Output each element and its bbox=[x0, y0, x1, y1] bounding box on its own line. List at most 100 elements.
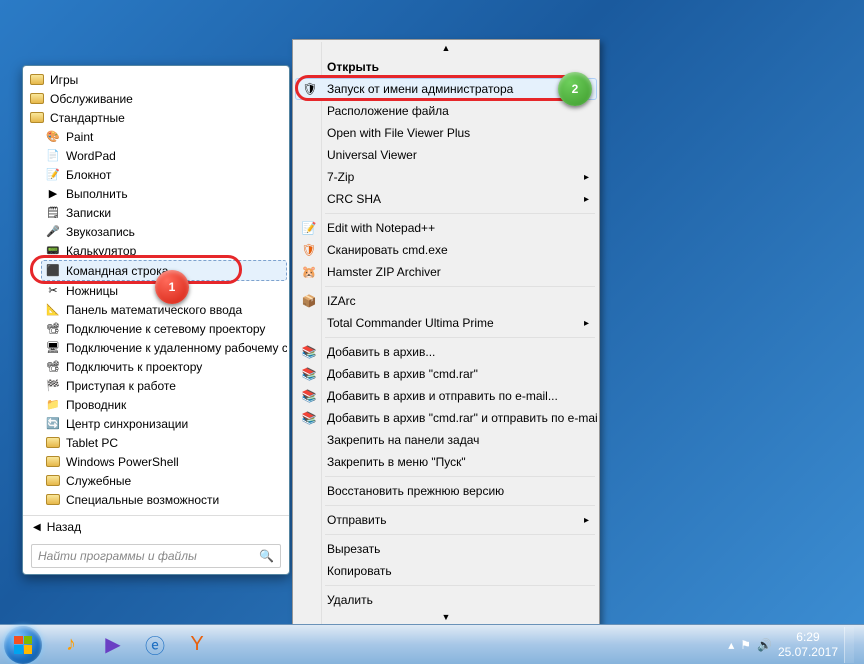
menu-item[interactable]: 🛡Запуск от имени администратора bbox=[295, 78, 597, 100]
clock-time: 6:29 bbox=[778, 630, 838, 644]
subfolder-item[interactable]: Служебные bbox=[41, 471, 287, 490]
back-label: Назад bbox=[47, 520, 81, 534]
program-item[interactable]: 📽Подключить к проектору bbox=[41, 357, 287, 376]
menu-item[interactable]: Копировать bbox=[295, 560, 597, 582]
program-label: Приступая к работе bbox=[66, 379, 176, 393]
program-icon: 📟 bbox=[45, 243, 61, 259]
menu-item[interactable]: Open with File Viewer Plus bbox=[295, 122, 597, 144]
menu-item[interactable]: Total Commander Ultima Prime bbox=[295, 312, 597, 334]
menu-item-label: Open with File Viewer Plus bbox=[327, 126, 470, 140]
subfolder-item[interactable]: Специальные возможности bbox=[41, 490, 287, 509]
menu-item-label: Расположение файла bbox=[327, 104, 449, 118]
show-desktop-button[interactable] bbox=[844, 627, 854, 663]
program-icon: 🔄 bbox=[45, 416, 61, 432]
menu-item[interactable]: 🛡Сканировать cmd.exe bbox=[295, 239, 597, 261]
program-label: Блокнот bbox=[66, 168, 111, 182]
taskbar-yandex-icon[interactable]: Y bbox=[177, 629, 217, 661]
folder-label: Windows PowerShell bbox=[66, 455, 179, 469]
program-item[interactable]: 🎨Paint bbox=[41, 127, 287, 146]
program-label: Командная строка bbox=[66, 264, 168, 278]
folder-label: Служебные bbox=[66, 474, 131, 488]
menu-item[interactable]: Расположение файла bbox=[295, 100, 597, 122]
menu-item[interactable]: Удалить bbox=[295, 589, 597, 611]
menu-separator bbox=[325, 213, 595, 214]
program-item[interactable]: 📝 Блокнот bbox=[41, 165, 287, 184]
program-item[interactable]: 🏁 Приступая к работе bbox=[41, 376, 287, 395]
program-item[interactable]: 📐Панель математического ввода bbox=[41, 300, 287, 319]
system-tray: ▴ ⚑ 🔊 6:29 25.07.2017 bbox=[728, 627, 860, 663]
menu-item-label: Восстановить прежнюю версию bbox=[327, 484, 504, 498]
taskbar-ie-icon[interactable]: ⓔ bbox=[135, 629, 175, 661]
folder-item[interactable]: Стандартные bbox=[25, 108, 287, 127]
menu-item[interactable]: 📚Добавить в архив "cmd.rar" и отправить … bbox=[295, 407, 597, 429]
folder-item[interactable]: Обслуживание bbox=[25, 89, 287, 108]
menu-item-label: Добавить в архив "cmd.rar" и отправить п… bbox=[327, 411, 597, 425]
folder-item[interactable]: Игры bbox=[25, 70, 287, 89]
program-icon: 🗒 bbox=[45, 205, 61, 221]
program-item[interactable]: ▶Выполнить bbox=[41, 184, 287, 203]
program-item[interactable]: 📟 Калькулятор bbox=[41, 241, 287, 260]
menu-item-icon: 📚 bbox=[301, 388, 317, 404]
menu-item[interactable]: Отправить bbox=[295, 509, 597, 531]
menu-item-label: Total Commander Ultima Prime bbox=[327, 316, 494, 330]
program-item[interactable]: 🔄Центр синхронизации bbox=[41, 414, 287, 433]
menu-item[interactable]: Открыть bbox=[295, 56, 597, 78]
taskbar-music-icon[interactable]: ♪ bbox=[51, 629, 91, 661]
program-item[interactable]: 📄WordPad bbox=[41, 146, 287, 165]
folder-icon bbox=[45, 473, 61, 489]
subfolder-item[interactable]: Tablet PC bbox=[41, 433, 287, 452]
menu-item[interactable]: 📦IZArc bbox=[295, 290, 597, 312]
tray-up-icon[interactable]: ▴ bbox=[728, 638, 734, 652]
menu-item[interactable]: 📚Добавить в архив и отправить по e-mail.… bbox=[295, 385, 597, 407]
clock[interactable]: 6:29 25.07.2017 bbox=[778, 630, 838, 659]
scroll-down-arrow[interactable]: ▼ bbox=[295, 611, 597, 625]
menu-item[interactable]: CRC SHA bbox=[295, 188, 597, 210]
program-item[interactable]: ✂Ножницы bbox=[41, 281, 287, 300]
menu-item[interactable]: Вырезать bbox=[295, 538, 597, 560]
program-icon: 🖥 bbox=[45, 340, 61, 356]
menu-item[interactable]: Закрепить в меню "Пуск" bbox=[295, 451, 597, 473]
menu-item[interactable]: Universal Viewer bbox=[295, 144, 597, 166]
taskbar: ♪ ▶ ⓔ Y ▴ ⚑ 🔊 6:29 25.07.2017 bbox=[0, 624, 864, 664]
program-item[interactable]: 📽Подключение к сетевому проектору bbox=[41, 319, 287, 338]
menu-item-icon: 🛡 bbox=[301, 242, 317, 258]
program-icon: 🎤 bbox=[45, 224, 61, 240]
start-orb[interactable] bbox=[4, 626, 42, 664]
program-item[interactable]: 📁Проводник bbox=[41, 395, 287, 414]
program-label: WordPad bbox=[66, 149, 116, 163]
folder-label: Специальные возможности bbox=[66, 493, 219, 507]
menu-item[interactable]: 📚Добавить в архив... bbox=[295, 341, 597, 363]
back-button[interactable]: Назад bbox=[23, 515, 289, 538]
program-label: Калькулятор bbox=[66, 244, 136, 258]
tray-volume-icon[interactable]: 🔊 bbox=[757, 638, 772, 652]
program-icon: ⬛ bbox=[45, 263, 61, 279]
program-label: Записки bbox=[66, 206, 111, 220]
menu-item[interactable]: 📝Edit with Notepad++ bbox=[295, 217, 597, 239]
menu-item[interactable]: 7-Zip bbox=[295, 166, 597, 188]
tray-flag-icon[interactable]: ⚑ bbox=[740, 638, 751, 652]
program-icon: 📝 bbox=[45, 167, 61, 183]
program-item[interactable]: 🎤Звукозапись bbox=[41, 222, 287, 241]
menu-item-label: Удалить bbox=[327, 593, 373, 607]
menu-item[interactable]: 📚Добавить в архив "cmd.rar" bbox=[295, 363, 597, 385]
subfolder-item[interactable]: Windows PowerShell bbox=[41, 452, 287, 471]
menu-item[interactable]: Закрепить на панели задач bbox=[295, 429, 597, 451]
program-icon: 📽 bbox=[45, 321, 61, 337]
program-label: Выполнить bbox=[66, 187, 128, 201]
program-item[interactable]: 🖥Подключение к удаленному рабочему столу bbox=[41, 338, 287, 357]
menu-item-label: Отправить bbox=[327, 513, 387, 527]
menu-item-icon: 📚 bbox=[301, 366, 317, 382]
program-item[interactable]: 🗒 Записки bbox=[41, 203, 287, 222]
menu-separator bbox=[325, 534, 595, 535]
search-input[interactable]: Найти программы и файлы bbox=[31, 544, 281, 568]
scroll-up-arrow[interactable]: ▲ bbox=[295, 42, 597, 56]
taskbar-play-icon[interactable]: ▶ bbox=[93, 629, 133, 661]
menu-item[interactable]: 🐹Hamster ZIP Archiver bbox=[295, 261, 597, 283]
program-item[interactable]: ⬛ Командная строка bbox=[41, 260, 287, 281]
menu-item[interactable]: Восстановить прежнюю версию bbox=[295, 480, 597, 502]
menu-item-icon: 📚 bbox=[301, 344, 317, 360]
folder-icon bbox=[29, 91, 45, 107]
menu-item-label: Закрепить в меню "Пуск" bbox=[327, 455, 466, 469]
program-label: Ножницы bbox=[66, 284, 118, 298]
program-icon: 🏁 bbox=[45, 378, 61, 394]
